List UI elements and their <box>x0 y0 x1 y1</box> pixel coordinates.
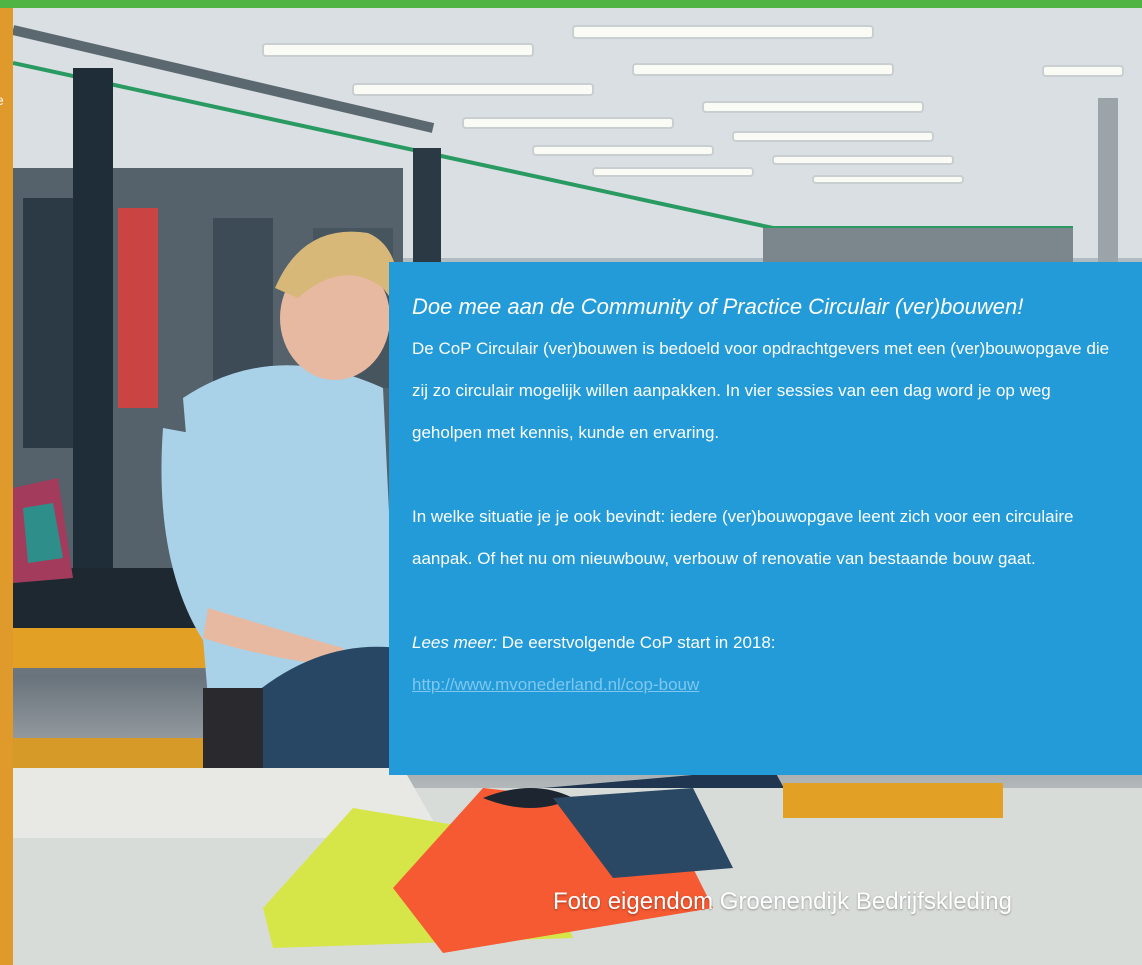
photo-caption: Foto eigendom Groenendijk Bedrijfskledin… <box>553 888 1012 915</box>
side-accent-strip: e <box>0 8 13 965</box>
cop-bouw-link[interactable]: http://www.mvonederland.nl/cop-bouw <box>412 675 699 694</box>
read-more-text: De eerstvolgende CoP start in 2018: <box>501 633 776 652</box>
read-more-line: Lees meer: De eerstvolgende CoP start in… <box>412 622 1122 706</box>
top-accent-bar <box>0 0 1142 8</box>
read-more-label: Lees meer: <box>412 633 498 652</box>
side-strip-text: e <box>0 92 4 108</box>
panel-title: Doe mee aan de Community of Practice Cir… <box>412 294 1024 319</box>
panel-paragraph-intro: De CoP Circulair (ver)bouwen is bedoeld … <box>412 339 1110 442</box>
panel-paragraph-situation: In welke situatie je je ook bevindt: ied… <box>412 507 1074 568</box>
cop-info-panel: Doe mee aan de Community of Practice Cir… <box>389 262 1142 775</box>
